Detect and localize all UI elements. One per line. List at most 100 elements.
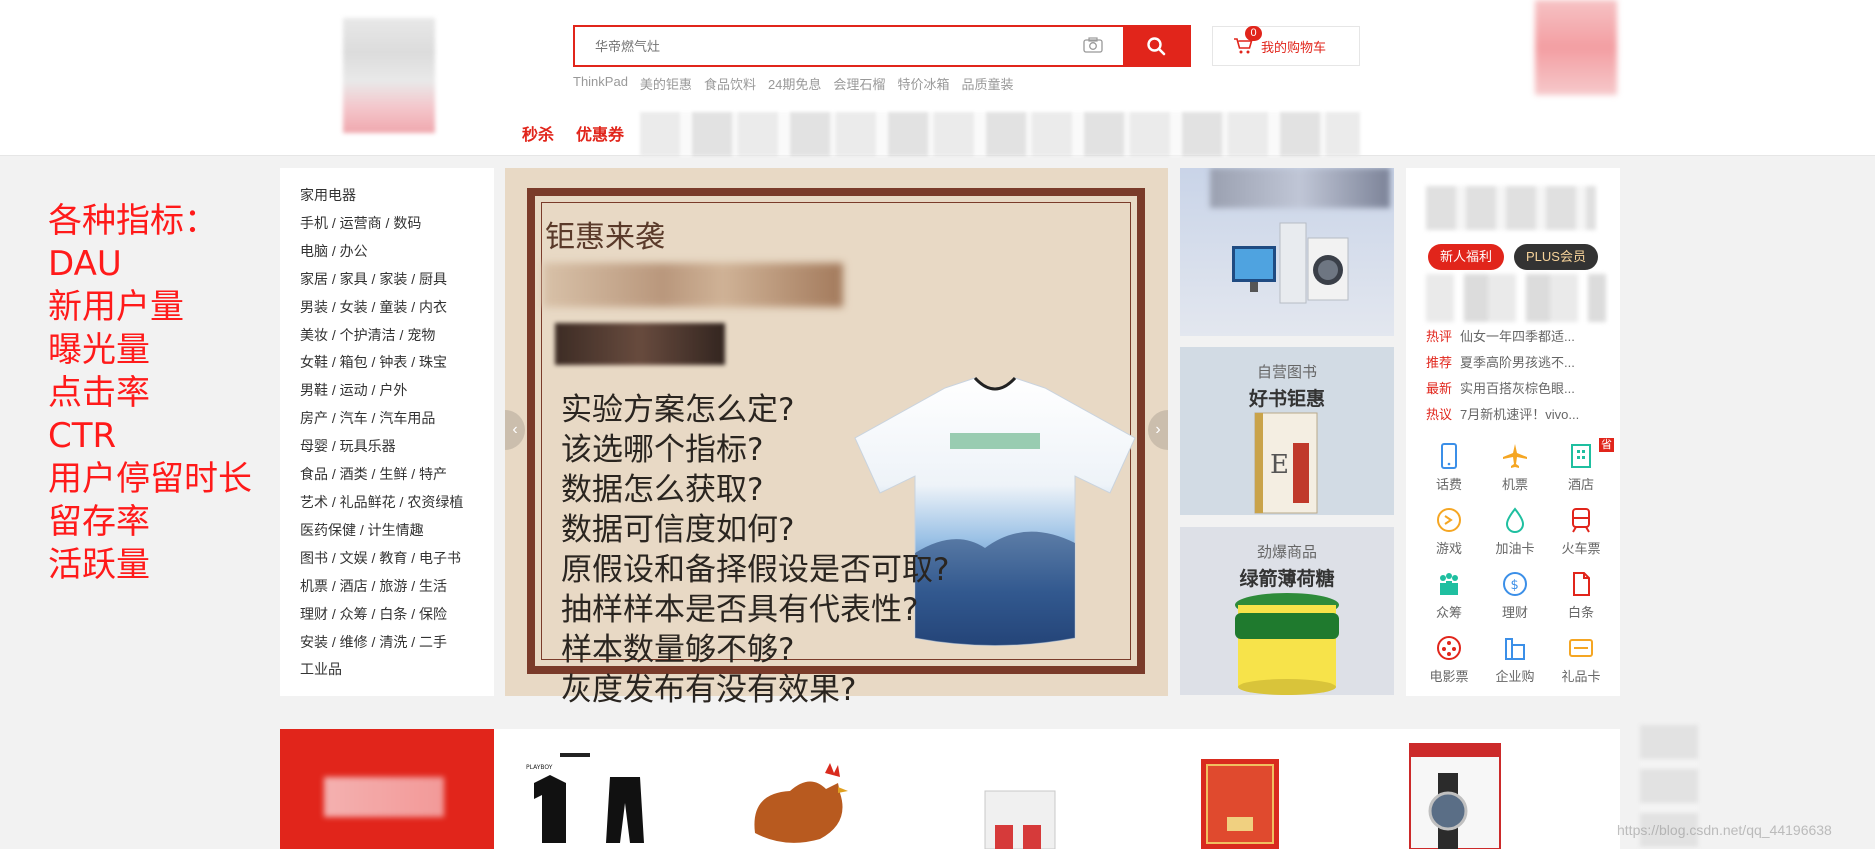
crowdfund-icon xyxy=(1435,570,1463,598)
news-tag: 热评 xyxy=(1426,329,1453,344)
category-item[interactable]: 机票 / 酒店 / 旅游 / 生活 xyxy=(300,573,494,601)
search-button[interactable] xyxy=(1123,27,1189,65)
game-icon xyxy=(1435,506,1463,534)
service-fuel-card[interactable]: 加油卡 xyxy=(1482,502,1548,562)
product-chicken-image[interactable] xyxy=(730,743,880,849)
category-item[interactable]: 工业品 xyxy=(300,656,494,684)
hotword-link[interactable]: 品质童装 xyxy=(961,74,1013,93)
service-hotel[interactable]: 酒店 省 xyxy=(1548,438,1614,498)
category-item[interactable]: 家居 / 家具 / 家装 / 厨具 xyxy=(300,266,494,294)
promo-books[interactable]: 自营图书 好书钜惠 E xyxy=(1180,347,1394,515)
service-enterprise[interactable]: 企业购 xyxy=(1482,630,1548,690)
promo-appliance[interactable] xyxy=(1180,168,1394,336)
service-label: 众筹 xyxy=(1435,605,1462,620)
banner-prev-arrow[interactable]: ‹ xyxy=(505,410,525,450)
book-image: E xyxy=(1254,412,1318,514)
search-input[interactable] xyxy=(575,27,1115,65)
banner-question: 样本数量够不够? xyxy=(561,632,795,668)
hotword-link[interactable]: 食品饮料 xyxy=(704,74,756,93)
product-tracksuit-image[interactable]: PLAYBOY xyxy=(520,743,670,849)
news-header-blurred xyxy=(1426,274,1606,322)
news-tag: 热议 xyxy=(1426,407,1453,422)
service-label: 白条 xyxy=(1567,605,1594,620)
giftcard-icon xyxy=(1567,634,1595,662)
category-item[interactable]: 母婴 / 玩具乐器 xyxy=(300,433,494,461)
service-phone[interactable]: 话费 xyxy=(1416,438,1482,498)
category-item[interactable]: 电脑 / 办公 xyxy=(300,238,494,266)
product-watch-image[interactable] xyxy=(1380,743,1530,849)
hotword-link[interactable]: 特价冰箱 xyxy=(897,74,949,93)
service-credit[interactable]: 白条 xyxy=(1548,566,1614,626)
seckill-blurred-title xyxy=(324,777,444,817)
category-item[interactable]: 艺术 / 礼品鲜花 / 农资绿植 xyxy=(300,489,494,517)
camera-icon[interactable] xyxy=(1083,37,1103,53)
service-flight[interactable]: 机票 xyxy=(1482,438,1548,498)
product-box-image[interactable] xyxy=(945,743,1095,849)
service-label: 机票 xyxy=(1501,477,1528,492)
hotword-link[interactable]: 会理石榴 xyxy=(833,74,885,93)
service-label: 理财 xyxy=(1501,605,1528,620)
top-right-banner[interactable] xyxy=(1535,0,1617,95)
news-item[interactable]: 最新 实用百搭灰棕色眼... xyxy=(1426,376,1610,402)
service-crowdfund[interactable]: 众筹 xyxy=(1416,566,1482,626)
product-gift-box-image[interactable] xyxy=(1165,743,1315,849)
category-item[interactable]: 食品 / 酒类 / 生鲜 / 特产 xyxy=(300,461,494,489)
category-item[interactable]: 房产 / 汽车 / 汽车用品 xyxy=(300,405,494,433)
plus-member-button[interactable]: PLUS会员 xyxy=(1514,244,1598,270)
service-label: 话费 xyxy=(1435,477,1462,492)
hotword-link[interactable]: 美的钜惠 xyxy=(640,74,692,93)
news-item[interactable]: 热议 7月新机速评！vivo... xyxy=(1426,402,1610,428)
banner-question: 数据怎么获取? xyxy=(561,472,764,508)
category-item[interactable]: 美妆 / 个护清洁 / 宠物 xyxy=(300,322,494,350)
category-item[interactable]: 医药保健 / 计生情趣 xyxy=(300,517,494,545)
train-icon xyxy=(1567,506,1595,534)
new-user-benefit-button[interactable]: 新人福利 xyxy=(1428,244,1505,270)
category-item[interactable]: 手机 / 运营商 / 数码 xyxy=(300,210,494,238)
category-item[interactable]: 女鞋 / 箱包 / 钟表 / 珠宝 xyxy=(300,349,494,377)
nav-item-seckill[interactable]: 秒杀 xyxy=(522,121,554,145)
search-icon xyxy=(1147,37,1166,56)
banner-blurred-button xyxy=(555,323,725,365)
category-item[interactable]: 图书 / 文娱 / 教育 / 电子书 xyxy=(300,545,494,573)
banner-question: 原假设和备择假设是否可取? xyxy=(561,552,950,588)
phone-icon xyxy=(1435,442,1463,470)
news-text: 仙女一年四季都适... xyxy=(1460,329,1575,344)
save-badge: 省 xyxy=(1599,438,1614,452)
user-greeting-blurred xyxy=(1426,186,1596,230)
nav-item-coupon[interactable]: 优惠券 xyxy=(576,121,624,145)
metrics-line: DAU xyxy=(48,244,122,284)
seckill-countdown-panel[interactable] xyxy=(280,729,494,849)
metrics-line: 点击率 xyxy=(48,373,150,413)
service-finance[interactable]: $ 理财 xyxy=(1482,566,1548,626)
site-logo[interactable] xyxy=(343,18,435,133)
news-tag: 最新 xyxy=(1426,381,1453,396)
promo-gum[interactable]: 劲爆商品 绿箭薄荷糖 xyxy=(1180,527,1394,695)
metrics-line: 曝光量 xyxy=(48,330,150,370)
svg-text:PLAYBOY: PLAYBOY xyxy=(526,764,553,771)
news-item[interactable]: 推荐 夏季高阶男孩逃不... xyxy=(1426,350,1610,376)
banner-question: 抽样样本是否具有代表性? xyxy=(561,592,919,628)
category-item[interactable]: 男装 / 女装 / 童装 / 内衣 xyxy=(300,294,494,322)
hotword-link[interactable]: ThinkPad xyxy=(573,74,628,93)
cart-button[interactable]: 0 我的购物车 xyxy=(1212,26,1360,66)
category-item[interactable]: 男鞋 / 运动 / 户外 xyxy=(300,377,494,405)
main-banner[interactable]: 钜惠来袭 实验方案怎么定? 该选哪个指标? 数据怎么获取? 数据可信度如何? 原… xyxy=(505,168,1168,708)
category-item[interactable]: 理财 / 众筹 / 白条 / 保险 xyxy=(300,601,494,629)
hotword-link[interactable]: 24期免息 xyxy=(768,74,821,93)
news-item[interactable]: 热评 仙女一年四季都适... xyxy=(1426,324,1610,350)
service-label: 电影票 xyxy=(1429,669,1469,684)
service-label: 企业购 xyxy=(1495,669,1535,684)
banner-question: 灰度发布有没有效果? xyxy=(561,672,857,708)
metrics-line: CTR xyxy=(48,416,117,456)
plane-icon xyxy=(1501,442,1529,470)
service-movie[interactable]: 电影票 xyxy=(1416,630,1482,690)
service-train[interactable]: 火车票 xyxy=(1548,502,1614,562)
category-item[interactable]: 家用电器 xyxy=(300,182,494,210)
csdn-watermark: https://blog.csdn.net/qq_44196638 xyxy=(1617,822,1832,838)
service-label: 游戏 xyxy=(1435,541,1462,556)
service-game[interactable]: 游戏 xyxy=(1416,502,1482,562)
side-panel: 新人福利 PLUS会员 热评 仙女一年四季都适... 推荐 夏季高阶男孩逃不... … xyxy=(1406,168,1620,696)
service-giftcard[interactable]: 礼品卡 xyxy=(1548,630,1614,690)
svg-text:$: $ xyxy=(1511,578,1519,593)
category-item[interactable]: 安装 / 维修 / 清洗 / 二手 xyxy=(300,629,494,657)
